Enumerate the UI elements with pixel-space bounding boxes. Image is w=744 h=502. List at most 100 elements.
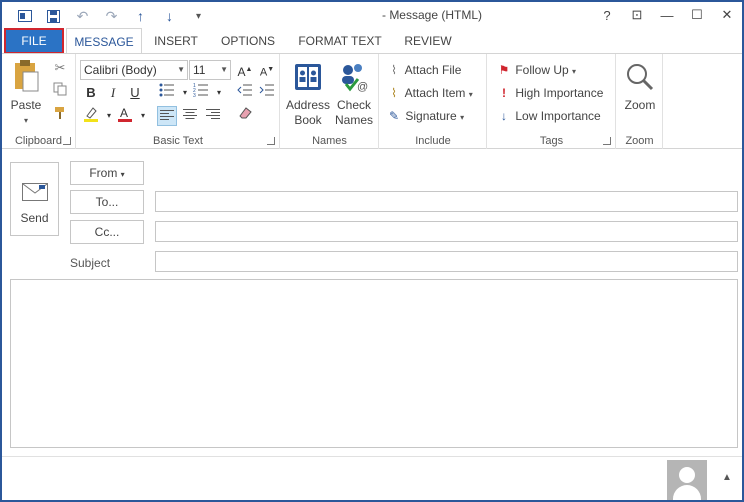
ribbon-display-options-icon[interactable]: ⊡ (622, 2, 652, 28)
align-right-icon[interactable] (203, 106, 223, 126)
title-bar: ↶ ↷ ↑ ↓ ▾ - Message (HTML) ? ⊡ — ☐ ✕ (2, 2, 742, 28)
paste-label: Paste (10, 98, 42, 112)
numbering-icon[interactable]: 123 (191, 83, 211, 103)
maximize-icon[interactable]: ☐ (682, 2, 712, 28)
window-controls: ? ⊡ — ☐ ✕ (592, 2, 742, 28)
highlight-icon[interactable] (81, 106, 101, 126)
signature-label: Signature (405, 109, 457, 123)
names-group: Address Book @ Check Names Names (281, 54, 379, 149)
high-importance-label: High Importance (515, 86, 604, 100)
paste-dropdown-icon: ▾ (23, 116, 28, 125)
send-label: Send (20, 211, 49, 225)
basic-text-group: Calibri (Body) ▼ 11 ▼ A▲ A▼ B I U ▾ 123 … (77, 54, 280, 149)
check-names-icon: @ (342, 64, 368, 93)
clear-formatting-icon[interactable] (235, 106, 255, 126)
clipboard-group: Paste ▾ ✂ Clipboard (2, 54, 76, 149)
italic-icon[interactable]: I (103, 83, 123, 103)
high-importance-button[interactable]: ! High Importance (496, 83, 603, 103)
check-names-label-line1: Check (336, 98, 371, 112)
zoom-button[interactable]: Zoom (620, 62, 660, 113)
low-importance-button[interactable]: ↓ Low Importance (496, 106, 601, 126)
avatar[interactable] (667, 460, 707, 500)
zoom-group: Zoom Zoom (617, 54, 663, 149)
people-pane-divider (2, 456, 742, 457)
underline-icon[interactable]: U (125, 83, 145, 103)
font-size-combo[interactable]: 11 ▼ (189, 60, 231, 80)
address-book-label-line1: Address (285, 98, 331, 112)
close-icon[interactable]: ✕ (712, 2, 742, 28)
svg-text:3: 3 (193, 93, 196, 97)
copy-icon[interactable] (50, 82, 70, 102)
expand-people-pane-icon[interactable]: ▲ (722, 472, 732, 483)
tab-format-text[interactable]: FORMAT TEXT (293, 28, 387, 54)
from-label: From (89, 166, 118, 180)
paste-icon (15, 60, 39, 92)
grow-font-icon[interactable]: A▲ (235, 60, 255, 80)
font-name-dropdown-icon[interactable]: ▼ (177, 61, 185, 79)
to-button[interactable]: To... (70, 190, 144, 214)
paste-button[interactable]: Paste ▾ (6, 60, 46, 128)
bullets-icon[interactable] (157, 83, 177, 103)
align-center-icon[interactable] (180, 106, 200, 126)
low-importance-icon: ↓ (501, 109, 507, 123)
follow-up-button[interactable]: ⚑ Follow Up ▾ (496, 60, 576, 80)
include-group-label: Include (415, 135, 451, 147)
signature-button[interactable]: ✎ Signature ▾ (386, 106, 464, 126)
high-importance-icon: ! (502, 86, 506, 100)
check-names-button[interactable]: @ Check Names (331, 62, 377, 128)
bold-icon[interactable]: B (81, 83, 101, 103)
follow-up-dropdown-icon[interactable]: ▾ (572, 67, 576, 76)
attach-item-button[interactable]: ⌇ Attach Item ▾ (386, 83, 473, 103)
signature-dropdown-icon[interactable]: ▾ (460, 113, 464, 122)
address-book-button[interactable]: Address Book (285, 62, 331, 128)
help-icon[interactable]: ? (592, 2, 622, 28)
svg-text:@: @ (357, 81, 368, 93)
tags-group: ⚑ Follow Up ▾ ! High Importance ↓ Low Im… (488, 54, 616, 149)
format-painter-icon[interactable] (50, 106, 70, 126)
cc-button[interactable]: Cc... (70, 220, 144, 244)
tags-launcher-icon[interactable] (603, 137, 611, 145)
attach-file-label: Attach File (404, 63, 462, 77)
decrease-indent-icon[interactable] (235, 83, 255, 103)
tab-message[interactable]: MESSAGE (66, 28, 142, 55)
increase-indent-icon[interactable] (257, 83, 277, 103)
magnifier-icon (627, 64, 654, 91)
paperclip-icon: ⌇ (391, 63, 397, 77)
signature-icon: ✎ (388, 109, 400, 123)
send-envelope-icon (22, 183, 48, 201)
font-name-combo[interactable]: Calibri (Body) ▼ (80, 60, 188, 80)
include-group: ⌇ Attach File ⌇ Attach Item ▾ ✎ Signatur… (380, 54, 487, 149)
subject-label: Subject (70, 256, 111, 270)
font-size-dropdown-icon[interactable]: ▼ (220, 61, 228, 79)
subject-field[interactable] (155, 251, 738, 272)
follow-up-label: Follow Up (515, 63, 569, 77)
font-color-icon[interactable]: A (115, 106, 135, 126)
send-button[interactable]: Send (10, 162, 59, 236)
attach-file-button[interactable]: ⌇ Attach File (386, 60, 461, 80)
message-body[interactable] (10, 279, 738, 448)
tags-group-label: Tags (539, 135, 564, 147)
attach-item-dropdown-icon[interactable]: ▾ (469, 90, 473, 99)
low-importance-label: Low Importance (515, 109, 601, 123)
to-field[interactable] (155, 191, 738, 212)
basic-text-launcher-icon[interactable] (267, 137, 275, 145)
font-color-dropdown-icon[interactable]: ▾ (133, 106, 153, 126)
ribbon: Paste ▾ ✂ Clipboard Calibri (Body) ▼ 11 … (2, 54, 742, 149)
numbering-dropdown-icon[interactable]: ▾ (209, 83, 229, 103)
clipboard-launcher-icon[interactable] (63, 137, 71, 145)
from-button[interactable]: From ▾ (70, 161, 144, 185)
ribbon-tabs: FILE MESSAGE INSERT OPTIONS FORMAT TEXT … (2, 28, 742, 55)
minimize-icon[interactable]: — (652, 2, 682, 28)
flag-icon: ⚑ (498, 63, 510, 77)
cut-icon[interactable]: ✂ (50, 58, 70, 78)
shrink-font-icon[interactable]: A▼ (257, 60, 277, 80)
align-left-icon[interactable] (157, 106, 177, 126)
font-name-value: Calibri (Body) (84, 63, 157, 77)
zoom-label: Zoom (624, 98, 656, 112)
message-window: ↶ ↷ ↑ ↓ ▾ - Message (HTML) ? ⊡ — ☐ ✕ FIL… (2, 2, 742, 500)
tab-options[interactable]: OPTIONS (215, 28, 281, 54)
tab-file[interactable]: FILE (4, 28, 64, 54)
cc-field[interactable] (155, 221, 738, 242)
tab-review[interactable]: REVIEW (399, 28, 457, 54)
tab-insert[interactable]: INSERT (147, 28, 205, 54)
